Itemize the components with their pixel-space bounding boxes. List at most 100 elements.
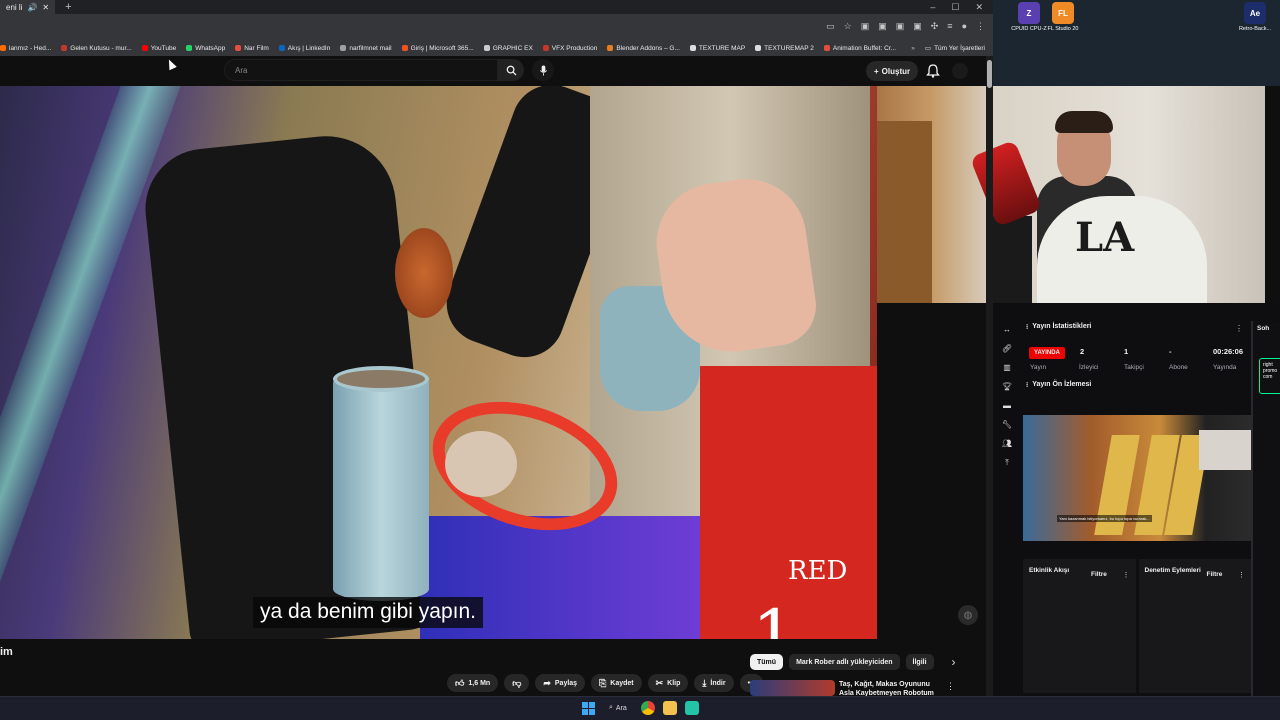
extension-icon[interactable]: ▣	[913, 21, 922, 32]
stats-menu-icon[interactable]: ⋮	[1235, 324, 1243, 333]
save-button[interactable]: ⎘ Kaydet	[591, 674, 642, 692]
activity-feed-panel: Etkinlik Akışı Filtre ⋮	[1023, 559, 1136, 693]
dislike-button[interactable]: 👎︎	[504, 674, 530, 692]
activity-menu-icon[interactable]: ⋮	[1123, 571, 1130, 579]
activity-feed-title: Etkinlik Akışı	[1029, 567, 1070, 574]
minimize-button[interactable]: –	[930, 2, 935, 13]
windows-start-icon[interactable]	[582, 701, 595, 715]
share-button[interactable]: ➦ Paylaş	[535, 674, 586, 692]
cast-icon[interactable]: ▭	[826, 21, 835, 32]
page-scrollbar[interactable]	[986, 56, 993, 696]
desktop-shortcut[interactable]: Ae Retro-Back...	[1233, 2, 1277, 32]
chip-all[interactable]: Tümü	[750, 654, 784, 670]
media-icon[interactable]: ≡	[947, 21, 952, 32]
bookmark-favicon-icon	[755, 45, 762, 51]
related-video-menu-icon[interactable]: ⋮	[946, 681, 955, 692]
bookmark-item[interactable]: WhatsApp	[186, 45, 225, 52]
bookmark-item[interactable]: Nar Film	[235, 45, 269, 52]
desktop-shortcut-label: Retro-Back...	[1238, 26, 1272, 32]
wrench-icon[interactable]: 🔧︎	[1002, 420, 1012, 429]
video-scene-jersey-text: RED	[788, 556, 848, 586]
tab-title: eni li	[6, 2, 23, 12]
bookmark-item[interactable]: Giriş | Microsoft 365...	[401, 45, 474, 52]
new-tab-button[interactable]: +	[55, 1, 81, 13]
maximize-button[interactable]: ☐	[951, 2, 959, 13]
bookmark-item[interactable]: Akış | LinkedIn	[278, 45, 330, 52]
bookmark-favicon-icon	[186, 45, 193, 51]
bookmark-item[interactable]: Blender Addons – G...	[607, 45, 680, 52]
activity-filter-button[interactable]: Filtre	[1091, 571, 1107, 578]
trophy-icon[interactable]: 🏆︎	[1002, 382, 1012, 391]
chrome-icon[interactable]	[640, 701, 655, 715]
dashboard-bottom-panels: Etkinlik Akışı Filtre ⋮ Denetim Eylemler…	[1023, 559, 1251, 693]
webcam-mic-stand	[992, 216, 1032, 303]
window-controls: – ☐ ✕	[930, 2, 993, 13]
bookmark-favicon-icon	[141, 45, 148, 51]
moderation-title: Denetim Eylemleri	[1144, 567, 1201, 574]
related-video-thumbnail[interactable]	[750, 680, 835, 696]
chevron-right-icon[interactable]: ›	[952, 655, 956, 669]
extension-icon[interactable]: ▣	[878, 21, 887, 32]
bookmark-label: narfilmnet mail	[349, 44, 392, 52]
video-player[interactable]: RED 1	[0, 86, 877, 639]
video-title: im	[0, 646, 13, 658]
profile-icon[interactable]: ●	[962, 21, 967, 32]
bookmark-favicon-icon	[542, 45, 549, 51]
all-bookmarks-button[interactable]: ▭ Tüm Yer İşaretleri	[925, 44, 993, 53]
browser-tab[interactable]: eni li 🔊 ✕	[0, 0, 56, 14]
close-window-button[interactable]: ✕	[975, 2, 983, 13]
bookmark-item[interactable]: Animation Buffet: Cr...	[823, 45, 896, 52]
chip-related[interactable]: İlgili	[905, 654, 934, 670]
link-icon[interactable]: 🔗︎	[1002, 344, 1012, 353]
upload-icon[interactable]: ⤒	[1005, 458, 1009, 468]
bookmark-item[interactable]: lanmız - Hed...	[0, 45, 51, 52]
drag-handle-icon[interactable]: ⁝	[1026, 381, 1028, 389]
search-icon	[506, 65, 517, 76]
related-video-title[interactable]: Taş, Kağıt, Makas Oyununu Asla Kaybetmey…	[839, 680, 944, 696]
search-button[interactable]	[498, 59, 524, 81]
taskbar-search[interactable]: ⌕ Ara	[603, 704, 633, 712]
bookmark-item[interactable]: TEXTUREMAP 2	[755, 45, 814, 52]
bookmark-item[interactable]: Gelen Kutusu - mur...	[61, 45, 132, 52]
bookmark-item[interactable]: GRAPHIC EX	[483, 45, 533, 52]
channel-watermark-icon[interactable]: ◍	[958, 605, 978, 625]
stream-preview[interactable]: Yanı kazanmak istiyorsanız, bu topu topa…	[1023, 415, 1251, 541]
video-icon[interactable]: ▬	[1003, 401, 1011, 410]
bookmark-item[interactable]: VFX Production	[542, 45, 597, 52]
address-bar[interactable]: ▭ ☆ ▣ ▣ ▣ ▣ ✣ ≡ ● ⋮	[0, 14, 993, 40]
bookmarks-overflow-button[interactable]: »	[911, 45, 915, 52]
puzzle-icon[interactable]: ✣	[931, 21, 939, 32]
chip-uploader[interactable]: Mark Rober adlı yükleyiciden	[789, 654, 900, 670]
extension-icon[interactable]: ▣	[861, 21, 870, 32]
bookmark-star-icon[interactable]: ☆	[844, 21, 852, 32]
app-icon[interactable]	[684, 701, 699, 715]
search-input[interactable]: Ara	[224, 59, 498, 81]
users-icon[interactable]: 👥︎	[1002, 439, 1012, 448]
file-explorer-icon[interactable]	[662, 701, 677, 715]
scrollbar-thumb[interactable]	[987, 60, 992, 88]
bookmark-item[interactable]: TEXTURE MAP	[689, 45, 745, 52]
clip-button[interactable]: ✂ Klip	[647, 674, 689, 692]
tab-close-icon[interactable]: ✕	[42, 3, 49, 12]
menu-kebab-icon[interactable]: ⋮	[976, 21, 985, 32]
promo-card[interactable]: right promo com	[1259, 358, 1280, 394]
desktop-shortcut[interactable]: FL FL Studio 20	[1041, 2, 1085, 32]
bookmark-item[interactable]: YouTube	[141, 45, 176, 52]
stat-label-uptime: Yayında	[1213, 364, 1237, 371]
voice-search-button[interactable]	[532, 59, 554, 81]
tab-audio-icon[interactable]: 🔊	[27, 3, 37, 12]
account-avatar[interactable]	[952, 63, 968, 79]
moderation-filter-button[interactable]: Filtre	[1207, 571, 1223, 578]
download-button[interactable]: ⤓ İndir	[694, 674, 734, 692]
search-icon: ⌕	[609, 704, 613, 711]
create-button[interactable]: + Oluştur	[866, 61, 919, 81]
notifications-bell-icon[interactable]	[925, 63, 941, 79]
like-button[interactable]: 👍︎ 1,6 Mn	[447, 674, 499, 692]
chart-icon[interactable]: ▥	[1003, 363, 1011, 372]
collapse-icon[interactable]: ↔	[1003, 325, 1011, 334]
drag-handle-icon[interactable]: ⁝	[1026, 323, 1028, 331]
extension-icon[interactable]: ▣	[896, 21, 905, 32]
all-bookmarks-label: Tüm Yer İşaretleri	[934, 44, 985, 52]
bookmark-item[interactable]: narfilmnet mail	[340, 44, 392, 52]
moderation-menu-icon[interactable]: ⋮	[1238, 571, 1245, 579]
